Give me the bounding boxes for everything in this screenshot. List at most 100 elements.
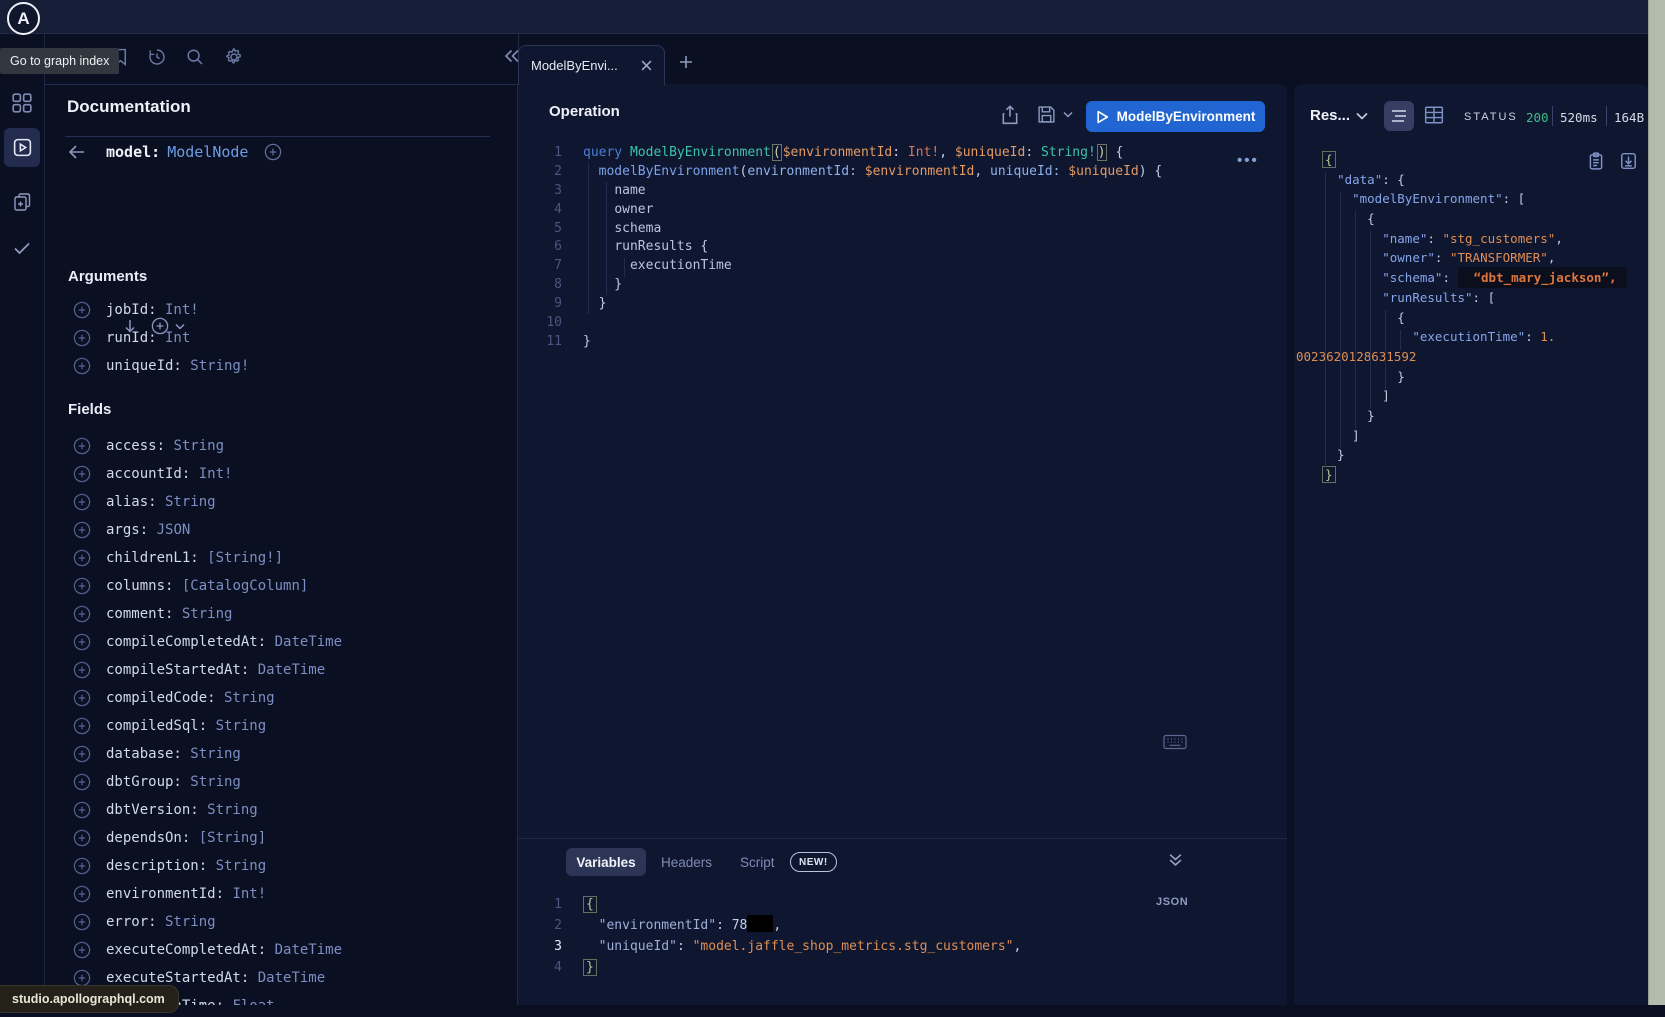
- doc-field-row[interactable]: alias: String: [73, 491, 216, 513]
- field-type[interactable]: DateTime: [266, 634, 342, 650]
- add-field-icon[interactable]: [73, 745, 91, 763]
- schema-nav-icon[interactable]: [12, 192, 32, 212]
- field-type[interactable]: DateTime: [266, 942, 342, 958]
- field-type[interactable]: JSON: [148, 522, 190, 538]
- checks-nav-icon[interactable]: [12, 238, 32, 258]
- add-field-icon[interactable]: [73, 773, 91, 791]
- doc-field-row[interactable]: compiledSql: String: [73, 715, 266, 737]
- operation-editor[interactable]: 1query ModelByEnvironment($environmentId…: [518, 144, 1287, 352]
- doc-field-row[interactable]: executeCompletedAt: DateTime: [73, 939, 342, 961]
- field-type[interactable]: String: [173, 606, 232, 622]
- doc-field-row[interactable]: compileCompletedAt: DateTime: [73, 631, 342, 653]
- field-type[interactable]: String: [207, 858, 266, 874]
- documentation-panel: Documentation model: ModelNode Arguments…: [44, 84, 518, 1005]
- field-type[interactable]: DateTime: [249, 970, 325, 986]
- close-tab-icon[interactable]: [641, 60, 652, 71]
- code-line: {: [1294, 308, 1647, 328]
- collapse-variables-icon[interactable]: [1168, 852, 1183, 867]
- doc-field-row[interactable]: description: String: [73, 855, 266, 877]
- doc-field-row[interactable]: dependsOn: [String]: [73, 827, 266, 849]
- doc-field-row[interactable]: database: String: [73, 743, 241, 765]
- field-type[interactable]: Float: [224, 998, 275, 1005]
- field-type[interactable]: DateTime: [249, 662, 325, 678]
- field-type[interactable]: [String!]: [199, 550, 283, 566]
- doc-field-row[interactable]: columns: [CatalogColumn]: [73, 575, 308, 597]
- field-name: columns:: [106, 578, 173, 594]
- add-field-icon[interactable]: [73, 913, 91, 931]
- settings-gear-icon[interactable]: [224, 47, 244, 67]
- field-type[interactable]: String: [157, 494, 216, 510]
- add-field-icon[interactable]: [73, 605, 91, 623]
- doc-field-row[interactable]: access: String: [73, 435, 224, 457]
- field-name: args:: [106, 522, 148, 538]
- add-field-icon[interactable]: [73, 689, 91, 707]
- search-icon[interactable]: [185, 47, 205, 67]
- operation-title: Operation: [549, 103, 620, 120]
- save-options-chevron-icon[interactable]: [1063, 111, 1073, 118]
- doc-field-row[interactable]: compileStartedAt: DateTime: [73, 659, 325, 681]
- field-name: executeStartedAt:: [106, 970, 249, 986]
- response-dropdown-chevron-icon[interactable]: [1356, 112, 1368, 120]
- field-type[interactable]: [String]: [190, 830, 266, 846]
- add-field-icon[interactable]: [73, 885, 91, 903]
- field-name: dependsOn:: [106, 830, 190, 846]
- field-type[interactable]: String: [182, 746, 241, 762]
- doc-field-row[interactable]: childrenL1: [String!]: [73, 547, 283, 569]
- add-field-icon[interactable]: [73, 465, 91, 483]
- operation-tab[interactable]: ModelByEnvi...: [518, 45, 665, 85]
- doc-field-row[interactable]: error: String: [73, 911, 216, 933]
- apollo-logo-icon[interactable]: A: [7, 2, 40, 35]
- doc-field-row[interactable]: comment: String: [73, 603, 232, 625]
- tab-variables[interactable]: Variables: [566, 848, 646, 876]
- add-field-icon[interactable]: [73, 577, 91, 595]
- response-table-view-toggle[interactable]: [1424, 105, 1444, 125]
- field-type[interactable]: [CatalogColumn]: [173, 578, 308, 594]
- tab-script[interactable]: Script: [740, 848, 775, 876]
- add-field-icon[interactable]: [73, 829, 91, 847]
- variables-editor[interactable]: 1{2 "environmentId": 78,3 "uniqueId": "m…: [518, 894, 1287, 978]
- add-field-icon[interactable]: [73, 521, 91, 539]
- line-number: 5: [518, 220, 583, 239]
- code-line: 1query ModelByEnvironment($environmentId…: [518, 144, 1287, 163]
- add-field-icon[interactable]: [73, 801, 91, 819]
- add-field-icon[interactable]: [73, 437, 91, 455]
- add-field-icon[interactable]: [73, 941, 91, 959]
- keyboard-shortcuts-icon[interactable]: [1163, 734, 1187, 750]
- doc-field-row[interactable]: accountId: Int!: [73, 463, 232, 485]
- add-field-icon[interactable]: [73, 549, 91, 567]
- doc-field-row[interactable]: environmentId: Int!: [73, 883, 266, 905]
- tab-headers[interactable]: Headers: [661, 848, 712, 876]
- field-type[interactable]: String: [182, 774, 241, 790]
- add-field-icon[interactable]: [73, 857, 91, 875]
- field-type[interactable]: String: [157, 914, 216, 930]
- add-field-icon[interactable]: [73, 633, 91, 651]
- add-field-icon[interactable]: [73, 661, 91, 679]
- field-name: description:: [106, 858, 207, 874]
- page-scrollbar[interactable]: [1648, 0, 1665, 1005]
- share-operation-icon[interactable]: [1001, 105, 1019, 125]
- run-operation-button[interactable]: ModelByEnvironment: [1086, 101, 1265, 132]
- doc-field-row[interactable]: args: JSON: [73, 519, 190, 541]
- field-type[interactable]: String: [165, 438, 224, 454]
- doc-field-row[interactable]: dbtGroup: String: [73, 771, 241, 793]
- add-field-icon[interactable]: [73, 493, 91, 511]
- indent-guide: [1325, 172, 1326, 468]
- field-type[interactable]: String: [207, 718, 266, 734]
- doc-field-row[interactable]: compiledCode: String: [73, 687, 275, 709]
- explorer-nav-item[interactable]: [4, 128, 40, 167]
- doc-field-row[interactable]: dbtVersion: String: [73, 799, 258, 821]
- add-field-icon[interactable]: [73, 717, 91, 735]
- field-type[interactable]: String: [216, 690, 275, 706]
- code-line: 1{: [518, 894, 1287, 915]
- save-operation-icon[interactable]: [1037, 105, 1056, 124]
- history-icon[interactable]: [147, 47, 167, 67]
- response-body[interactable]: { "data": { "modelByEnvironment": [ { "n…: [1294, 150, 1647, 485]
- new-tab-icon[interactable]: [678, 54, 694, 70]
- field-type[interactable]: String: [199, 802, 258, 818]
- graph-index-grid-icon[interactable]: [11, 92, 33, 114]
- browser-status-tooltip: studio.apollographql.com: [0, 985, 179, 1013]
- status-label: STATUS: [1464, 111, 1518, 123]
- field-type[interactable]: Int!: [224, 886, 266, 902]
- field-type[interactable]: Int!: [190, 466, 232, 482]
- response-tree-view-toggle[interactable]: [1384, 101, 1414, 131]
